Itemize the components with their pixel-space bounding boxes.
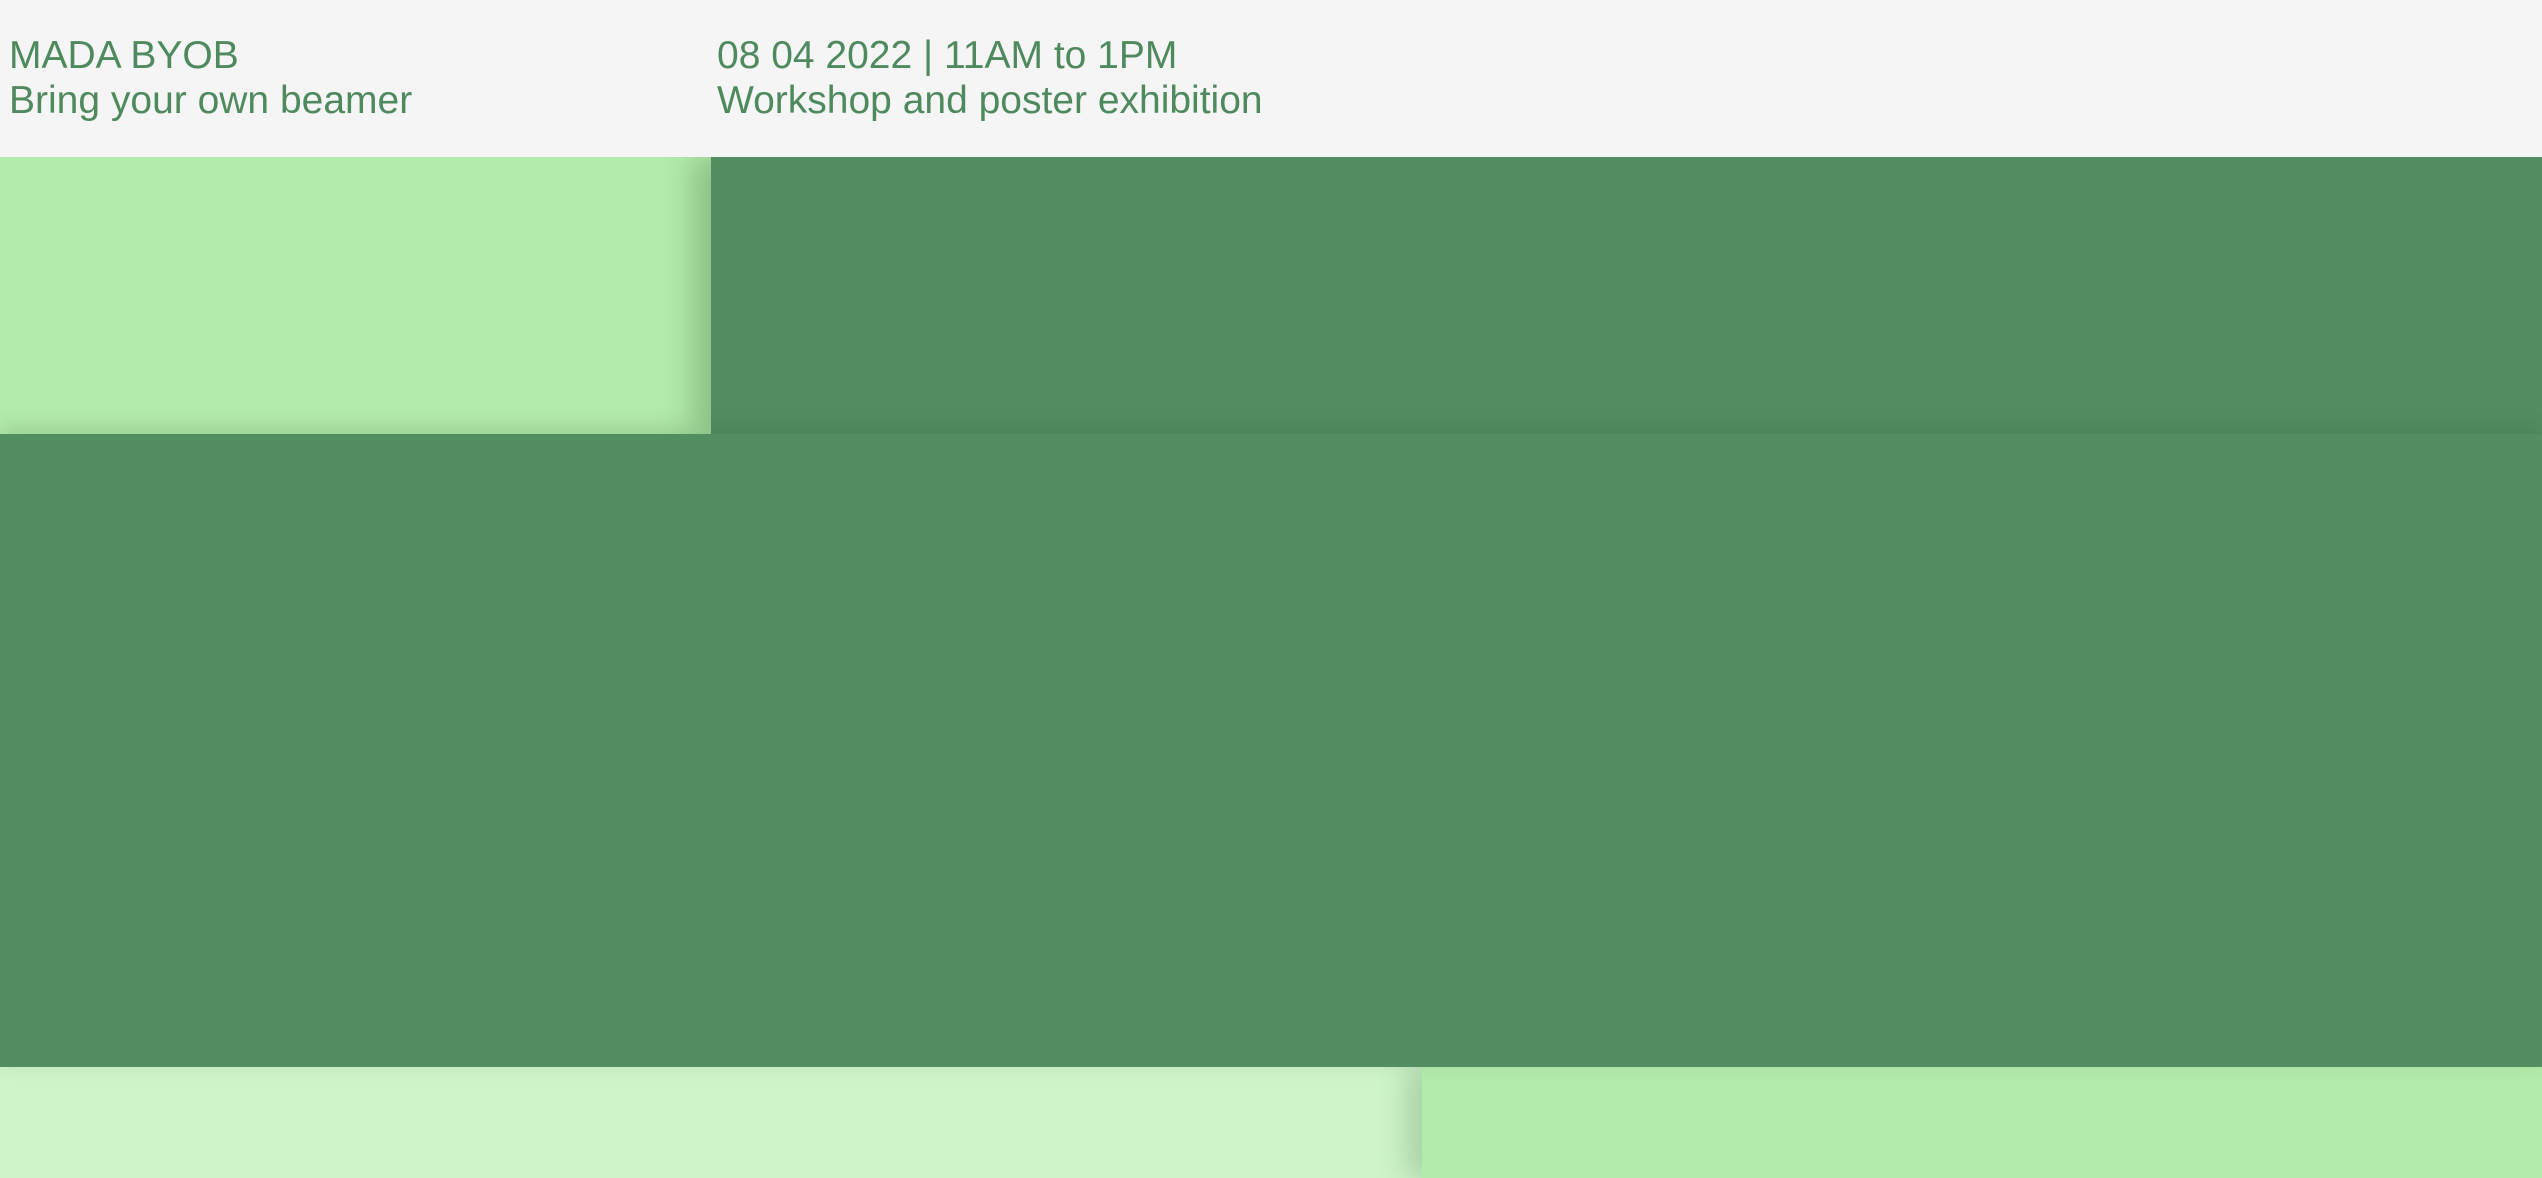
event-info-block: 08 04 2022 | 11AM to 1PM Workshop and po… <box>717 33 1263 123</box>
event-type: Workshop and poster exhibition <box>717 79 1263 122</box>
color-block-top-left <box>0 157 711 434</box>
event-date-time: 08 04 2022 | 11AM to 1PM <box>717 34 1178 77</box>
event-title-block: MADA BYOB Bring your own beamer <box>9 33 412 123</box>
event-name: MADA BYOB <box>9 34 239 77</box>
color-block-bottom-left <box>0 1067 1422 1178</box>
event-subtitle: Bring your own beamer <box>9 79 413 122</box>
header: MADA BYOB Bring your own beamer 08 04 20… <box>0 0 2542 157</box>
page: MADA BYOB Bring your own beamer 08 04 20… <box>0 0 2542 1178</box>
color-block-top-right <box>711 157 2542 434</box>
color-block-bottom-right <box>1422 1067 2542 1178</box>
color-block-middle <box>0 434 2542 1067</box>
